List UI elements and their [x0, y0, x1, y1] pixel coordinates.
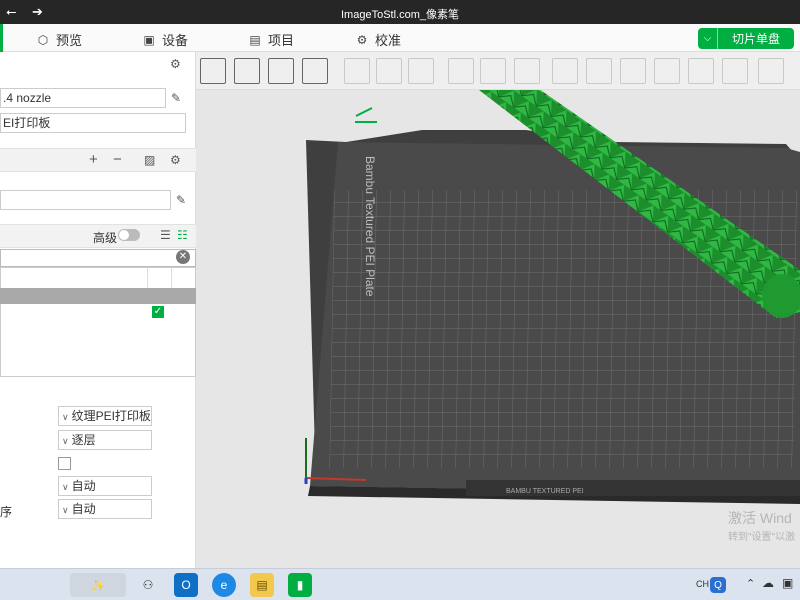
layers-icon[interactable] — [408, 58, 434, 84]
plate-type-combo[interactable]: ∨ 纹理PEI打印板 — [58, 406, 152, 426]
edit-pen-icon[interactable] — [355, 107, 377, 123]
chevron-up-icon[interactable]: ⌃ — [746, 577, 755, 590]
menu-preview-label: 预览 — [56, 33, 83, 48]
qq-icon[interactable]: Q — [710, 577, 726, 593]
print-sequence-value: 逐层 — [71, 433, 96, 447]
outlook-icon[interactable]: O — [174, 573, 198, 597]
advanced-toggle[interactable] — [118, 229, 140, 241]
cut-icon[interactable] — [586, 58, 612, 84]
chevron-down-icon: ∨ — [62, 505, 69, 515]
split-parts-icon[interactable] — [376, 58, 402, 84]
plate-type-value: 纹理PEI打印板 — [71, 409, 151, 423]
3d-viewport[interactable]: Bambu Textured PEI Plate BAMBU TEXTURED … — [196, 90, 800, 568]
table-row[interactable] — [0, 288, 196, 304]
left-panel: ⚙ .4 nozzle ✎ EI打印板 + − ▨ ⚙ ✎ 高级 ☰ ☷ ✕ ✓… — [0, 52, 196, 568]
accent-strip — [0, 24, 3, 52]
menu-calibrate-label: 校准 — [375, 33, 402, 48]
build-plate — [306, 130, 800, 504]
input-language[interactable]: CH — [696, 579, 709, 589]
object-list — [0, 267, 196, 377]
auto-combo-1[interactable]: ∨ 自动 — [58, 476, 152, 496]
split-objects-icon[interactable] — [344, 58, 370, 84]
project-icon: ▤ — [249, 32, 261, 47]
text-icon[interactable] — [722, 58, 748, 84]
plate-bottom-label: BAMBU TEXTURED PEI — [506, 488, 584, 495]
menu-calibrate[interactable]: ⚙ 校准 — [355, 30, 401, 49]
slice-plate-button[interactable]: ⌵ 切片单盘 — [698, 28, 794, 49]
list-icon[interactable]: ☰ — [160, 228, 171, 242]
filament-section-header — [0, 148, 196, 172]
remove-icon[interactable]: − — [113, 151, 122, 168]
move-icon[interactable] — [448, 58, 474, 84]
chevron-down-icon: ∨ — [62, 482, 69, 492]
add-icon[interactable]: + — [89, 151, 98, 168]
seam-paint-icon[interactable] — [688, 58, 714, 84]
title-bar: ⭠ ➔ ImageToStl.com_像素笔 — [0, 0, 800, 24]
auto-orient-icon[interactable] — [268, 58, 294, 84]
rotate-icon[interactable] — [480, 58, 506, 84]
news-widget-icon[interactable]: ✨ — [70, 573, 126, 597]
edit-icon[interactable]: ✎ — [171, 91, 181, 105]
menu-project[interactable]: ▤ 项目 — [248, 30, 294, 49]
arrange-icon[interactable] — [302, 58, 328, 84]
plate-type-top-value: EI打印板 — [3, 116, 51, 130]
bambu-studio-icon[interactable]: ▮ — [288, 573, 312, 597]
option-checkbox[interactable] — [58, 457, 71, 470]
lay-on-face-icon[interactable] — [552, 58, 578, 84]
network-icon[interactable]: ▣ — [782, 576, 793, 590]
cube-icon: ⬡ — [37, 32, 49, 47]
sync-icon[interactable]: ▨ — [144, 153, 155, 167]
menu-bar: ⬡ 预览 ▣ 设备 ▤ 项目 ⚙ 校准 — [0, 24, 800, 52]
printer-nozzle-value: .4 nozzle — [3, 91, 52, 105]
toolbar — [196, 52, 800, 90]
add-object-icon[interactable] — [200, 58, 226, 84]
support-paint-icon[interactable] — [654, 58, 680, 84]
scene: Bambu Textured PEI Plate BAMBU TEXTURED … — [304, 90, 800, 504]
task-view-icon[interactable]: ⚇ — [136, 573, 160, 597]
add-plate-icon[interactable] — [234, 58, 260, 84]
activation-watermark-sub: 转到"设置"以激 — [728, 532, 796, 543]
close-icon[interactable]: ✕ — [176, 250, 190, 264]
boolean-icon[interactable] — [620, 58, 646, 84]
file-explorer-icon[interactable]: ▤ — [250, 573, 274, 597]
calibrate-icon: ⚙ — [356, 32, 368, 47]
chevron-down-icon: ∨ — [62, 436, 69, 446]
compare-icon[interactable]: ☷ — [177, 228, 188, 242]
chevron-down-icon[interactable]: ⌵ — [698, 28, 718, 49]
activation-watermark: 激活 Wind — [728, 510, 792, 526]
taskbar: ✨ ⚇ O e ▤ ▮ CH Q ⌃ ☁ ▣ — [0, 568, 800, 600]
gear-icon[interactable]: ⚙ — [170, 153, 181, 167]
edit-icon[interactable]: ✎ — [176, 193, 186, 207]
slice-plate-label: 切片单盘 — [731, 32, 780, 46]
gear-icon[interactable]: ⚙ — [170, 57, 181, 71]
device-icon: ▣ — [143, 32, 155, 47]
printer-select[interactable]: .4 nozzle — [0, 88, 166, 108]
chevron-down-icon: ∨ — [62, 412, 69, 422]
auto-value-1: 自动 — [71, 479, 96, 493]
filament-select[interactable] — [0, 190, 171, 210]
auto-combo-2[interactable]: ∨ 自动 — [58, 499, 152, 519]
menu-project-label: 项目 — [268, 33, 295, 48]
advanced-label: 高级 — [93, 231, 118, 245]
window-title: ImageToStl.com_像素笔 — [341, 9, 459, 21]
setting-label-fragment: 序 — [0, 505, 13, 519]
check-icon[interactable]: ✓ — [152, 306, 164, 318]
plate-name-label: Bambu Textured PEI Plate — [363, 156, 377, 297]
plate-type-select[interactable]: EI打印板 — [0, 113, 186, 133]
menu-device[interactable]: ▣ 设备 — [142, 30, 188, 49]
print-sequence-combo[interactable]: ∨ 逐层 — [58, 430, 152, 450]
menu-device-label: 设备 — [162, 33, 189, 48]
scale-icon[interactable] — [514, 58, 540, 84]
edge-icon[interactable]: e — [212, 573, 236, 597]
color-paint-icon[interactable] — [758, 58, 784, 84]
auto-value-2: 自动 — [71, 502, 96, 516]
cloud-icon[interactable]: ☁ — [762, 576, 774, 590]
search-input[interactable] — [0, 249, 196, 267]
menu-preview[interactable]: ⬡ 预览 — [36, 30, 82, 49]
